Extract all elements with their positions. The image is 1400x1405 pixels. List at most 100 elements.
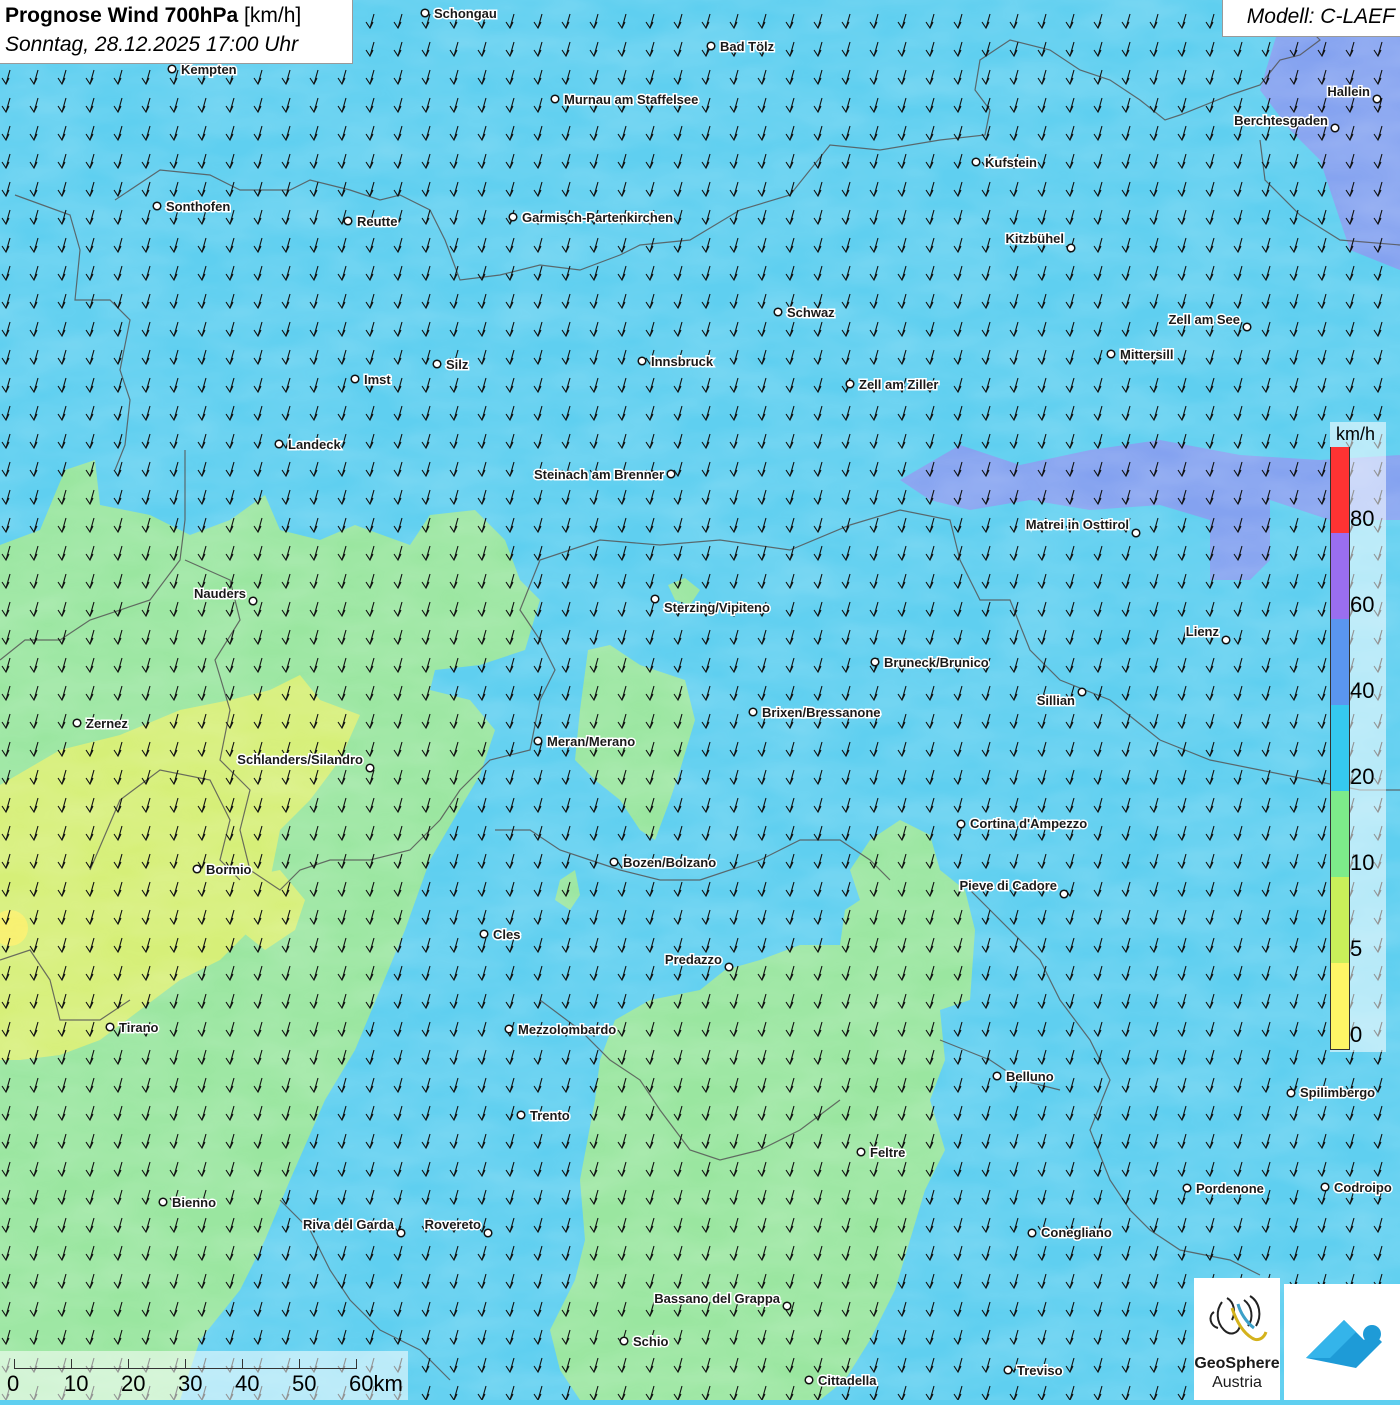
city-marker[interactable]: Meran/Merano (533, 733, 637, 751)
scale-label: 0 (7, 1371, 20, 1396)
legend-swatch (1331, 877, 1349, 963)
city-dot-icon (152, 201, 162, 211)
city-dot-icon (1066, 243, 1076, 253)
city-dot-icon (748, 707, 758, 717)
city-label: Codroipo (1334, 1180, 1392, 1195)
legend-swatch (1331, 791, 1349, 877)
city-label: Rovereto (425, 1217, 481, 1232)
city-marker[interactable]: Garmisch-Partenkirchen (508, 209, 675, 227)
city-marker[interactable]: Brixen/Bressanone (748, 704, 882, 722)
geosphere-logo[interactable]: GeoSphere Austria (1194, 1278, 1280, 1400)
city-label: Imst (364, 372, 391, 387)
city-label: Schlanders/Silandro (237, 752, 363, 767)
city-label: Kempten (181, 62, 237, 77)
city-label: Bassano del Grappa (654, 1291, 780, 1306)
city-label: Mezzolombardo (518, 1022, 616, 1037)
city-dot-icon (1077, 687, 1087, 697)
city-label: Matrei in Osttirol (1026, 517, 1129, 532)
city-label: Lienz (1186, 624, 1220, 639)
forecast-map[interactable]: Schongau Bad Tölz Kempten Hallein Murnau am … (0, 0, 1400, 1400)
city-dot-icon (1182, 1183, 1192, 1193)
city-marker[interactable]: Mezzolombardo (504, 1021, 618, 1039)
city-dot-icon (420, 8, 430, 18)
city-marker[interactable]: Zell am Ziller (845, 376, 940, 394)
city-label: Landeck (288, 437, 342, 452)
city-dot-icon (1059, 889, 1069, 899)
city-dot-icon (782, 1301, 792, 1311)
city-label: Nauders (194, 586, 246, 601)
city-label: Bormio (206, 862, 252, 877)
legend-unit: km/h (1336, 424, 1376, 444)
city-dot-icon (274, 439, 284, 449)
city-label: Bozen/Bolzano (623, 855, 716, 870)
city-label: Silz (446, 357, 469, 372)
city-label: Cortina d'Ampezzo (970, 816, 1087, 831)
city-label: Kufstein (985, 155, 1037, 170)
city-dot-icon (248, 596, 258, 606)
city-label: Treviso (1017, 1363, 1063, 1378)
city-dot-icon (365, 763, 375, 773)
city-dot-icon (504, 1024, 514, 1034)
city-label: Trento (530, 1108, 570, 1123)
map-title-main: Prognose Wind 700hPa (5, 4, 239, 27)
model-box: Modell: C-LAEF (1222, 0, 1400, 37)
model-label: Modell: C-LAEF (1246, 5, 1395, 28)
city-dot-icon (72, 718, 82, 728)
city-dot-icon (167, 64, 177, 74)
city-dot-icon (1286, 1088, 1296, 1098)
city-label: Tirano (119, 1020, 159, 1035)
city-marker[interactable]: Murnau am Staffelsee (550, 91, 700, 109)
city-marker[interactable]: Cortina d'Ampezzo (956, 815, 1089, 833)
city-label: Steinach am Brenner (534, 467, 664, 482)
city-marker[interactable]: Spilimbergo (1286, 1084, 1377, 1102)
city-marker[interactable]: Steinach am Brenner (532, 466, 676, 484)
legend-tick-label: 5 (1350, 936, 1363, 961)
city-marker[interactable]: Bozen/Bolzano (609, 854, 718, 872)
map-title-unit: [km/h] (244, 4, 302, 27)
scale-label: 30 (178, 1371, 203, 1396)
city-marker[interactable]: Conegliano (1027, 1224, 1113, 1242)
city-dot-icon (396, 1228, 406, 1238)
city-label: Zernez (86, 716, 128, 731)
legend-swatch (1331, 533, 1349, 619)
color-legend: km/h 0 5 10 20 40 60 80 (1330, 422, 1386, 1052)
city-dot-icon (650, 594, 660, 604)
city-label: Mittersill (1120, 347, 1173, 362)
city-label: Feltre (870, 1145, 905, 1160)
city-label: Sonthofen (166, 199, 230, 214)
city-label: Riva del Garda (303, 1217, 395, 1232)
city-dot-icon (956, 819, 966, 829)
city-dot-icon (350, 374, 360, 384)
city-dot-icon (804, 1375, 814, 1385)
city-dot-icon (533, 736, 543, 746)
city-dot-icon (870, 657, 880, 667)
city-label: Sillian (1037, 693, 1075, 708)
scale-tick (185, 1359, 186, 1369)
city-dot-icon (1003, 1365, 1013, 1375)
app-logo[interactable] (1284, 1284, 1400, 1400)
city-dot-icon (1221, 635, 1231, 645)
title-box: Prognose Wind 700hPa [km/h] Sonntag, 28.… (0, 0, 353, 64)
city-dot-icon (1330, 123, 1340, 133)
legend-swatch (1331, 447, 1349, 533)
city-dot-icon (432, 359, 442, 369)
forecast-datetime: Sonntag, 28.12.2025 17:00 Uhr (5, 33, 299, 56)
city-dot-icon (619, 1336, 629, 1346)
legend-tick-label: 0 (1350, 1022, 1363, 1047)
city-marker[interactable]: Pordenone (1182, 1180, 1265, 1198)
city-dot-icon (666, 469, 676, 479)
city-dot-icon (856, 1147, 866, 1157)
city-label: Innsbruck (651, 354, 714, 369)
scale-label: 20 (121, 1371, 146, 1396)
city-label: Zell am Ziller (859, 377, 938, 392)
city-label: Schongau (434, 6, 497, 21)
cloud-app-icon (1306, 1320, 1382, 1368)
city-marker[interactable]: Bruneck/Brunico (870, 654, 990, 672)
city-label: Brixen/Bressanone (762, 705, 881, 720)
city-dot-icon (158, 1197, 168, 1207)
city-label: Kitzbühel (1006, 231, 1065, 246)
city-dot-icon (773, 307, 783, 317)
scale-tick (128, 1359, 129, 1369)
city-label: Murnau am Staffelsee (564, 92, 698, 107)
geosphere-sub: Austria (1212, 1374, 1262, 1391)
